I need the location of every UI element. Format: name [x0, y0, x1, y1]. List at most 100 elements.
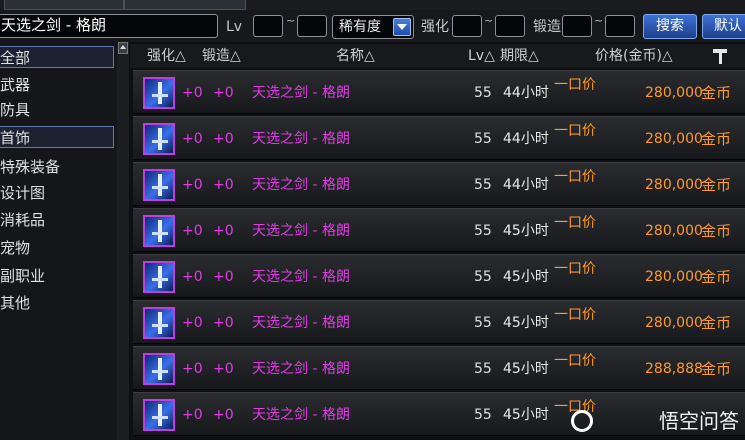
row-forge: +0	[213, 85, 234, 101]
row-enhance: +0	[182, 361, 203, 377]
row-enhance: +0	[182, 315, 203, 331]
enhance-label: 强化	[421, 19, 449, 35]
row-currency: 金币	[701, 130, 732, 148]
item-name-value: 天选之剑 - 格朗	[1, 16, 106, 34]
row-name: 天选之剑 - 格朗	[252, 407, 350, 423]
row-enhance: +0	[182, 131, 203, 147]
row-period: 45小时	[503, 269, 549, 285]
row-forge: +0	[213, 177, 234, 193]
table-row[interactable]: +0 +0 天选之剑 - 格朗 55 44小时 一口价 280,000 金币	[133, 70, 745, 114]
sword-icon[interactable]	[143, 215, 175, 247]
row-price: 280,000	[645, 269, 703, 285]
row-period: 44小时	[503, 85, 549, 101]
row-currency: 金币	[701, 176, 732, 194]
header-period[interactable]: 期限△	[500, 46, 539, 66]
sword-icon[interactable]	[143, 261, 175, 293]
row-name: 天选之剑 - 格朗	[252, 361, 350, 377]
row-name: 天选之剑 - 格朗	[252, 177, 350, 193]
table-header: 强化△ 锻造△ 名称△ Lv△ 期限△ 价格(金币)△	[130, 44, 745, 68]
sidebar-item-sub-job[interactable]: 副职业	[0, 265, 114, 287]
row-lv: 55	[474, 315, 492, 331]
lv-min-input[interactable]	[253, 15, 283, 37]
row-name: 天选之剑 - 格朗	[252, 131, 350, 147]
row-period: 44小时	[503, 177, 549, 193]
row-lv: 55	[474, 269, 492, 285]
sword-icon[interactable]	[143, 169, 175, 201]
row-price: 280,000	[645, 85, 703, 101]
table-row[interactable]: +0 +0 天选之剑 - 格朗 55 45小时 一口价	[133, 392, 745, 436]
row-enhance: +0	[182, 407, 203, 423]
forge-min-input[interactable]	[562, 15, 592, 37]
sidebar-item-label: 武器	[0, 76, 31, 94]
sidebar-item-weapon[interactable]: 武器	[0, 74, 114, 96]
scroll-up-icon[interactable]	[118, 42, 128, 54]
sidebar-item-label: 防具	[0, 101, 31, 119]
sidebar-item-other[interactable]: 其他	[0, 292, 114, 314]
list-scrollbar[interactable]	[117, 42, 129, 440]
enhance-tilde: ~	[484, 14, 494, 27]
row-name: 天选之剑 - 格朗	[252, 269, 350, 285]
tab-right[interactable]	[124, 0, 246, 10]
row-enhance: +0	[182, 223, 203, 239]
row-forge: +0	[213, 131, 234, 147]
table-row[interactable]: +0 +0 天选之剑 - 格朗 55 45小时 一口价 280,000 金币	[133, 254, 745, 298]
row-currency: 金币	[701, 268, 732, 286]
sidebar-item-blueprint[interactable]: 设计图	[0, 182, 114, 204]
sidebar-item-label: 消耗品	[0, 211, 46, 229]
tab-left[interactable]	[4, 0, 124, 10]
sidebar-item-consumable[interactable]: 消耗品	[0, 209, 114, 231]
forge-max-input[interactable]	[605, 15, 635, 37]
sword-icon[interactable]	[143, 399, 175, 431]
header-forge[interactable]: 锻造△	[202, 46, 241, 66]
default-button[interactable]: 默认	[702, 14, 745, 39]
table-row[interactable]: +0 +0 天选之剑 - 格朗 55 45小时 一口价 280,000 金币	[133, 300, 745, 344]
sidebar-item-pet[interactable]: 宠物	[0, 237, 114, 259]
sword-icon[interactable]	[143, 77, 175, 109]
row-lv: 55	[474, 85, 492, 101]
forge-tilde: ~	[594, 14, 604, 27]
row-currency: 金币	[701, 314, 732, 332]
table-row[interactable]: +0 +0 天选之剑 - 格朗 55 45小时 一口价 280,000 金币	[133, 208, 745, 252]
item-name-input[interactable]: 天选之剑 - 格朗	[0, 14, 218, 38]
row-lv: 55	[474, 407, 492, 423]
sword-icon[interactable]	[143, 123, 175, 155]
table-row[interactable]: +0 +0 天选之剑 - 格朗 55 44小时 一口价 280,000 金币	[133, 116, 745, 160]
row-sale-type: 一口价	[554, 307, 596, 323]
sidebar-item-all[interactable]: 全部	[0, 46, 114, 68]
sidebar-item-label: 其他	[0, 294, 31, 312]
watermark-text: 悟空问答	[659, 409, 739, 433]
sidebar-item-label: 副职业	[0, 267, 46, 285]
table-row[interactable]: +0 +0 天选之剑 - 格朗 55 45小时 一口价 288,888 金币	[133, 346, 745, 390]
table-row[interactable]: +0 +0 天选之剑 - 格朗 55 44小时 一口价 280,000 金币	[133, 162, 745, 206]
row-sale-type: 一口价	[554, 123, 596, 139]
chevron-down-icon[interactable]	[393, 18, 411, 36]
enhance-max-input[interactable]	[495, 15, 525, 37]
sword-icon[interactable]	[143, 353, 175, 385]
sidebar-item-label: 特殊装备	[0, 158, 61, 176]
row-sale-type: 一口价	[554, 353, 596, 369]
row-lv: 55	[474, 223, 492, 239]
row-lv: 55	[474, 177, 492, 193]
sidebar-item-special-equipment[interactable]: 特殊装备	[0, 156, 114, 178]
sidebar-item-label: 全部	[0, 49, 31, 67]
search-button[interactable]: 搜索	[643, 14, 697, 39]
row-forge: +0	[213, 407, 234, 423]
row-enhance: +0	[182, 85, 203, 101]
row-name: 天选之剑 - 格朗	[252, 315, 350, 331]
header-lv[interactable]: Lv△	[468, 46, 495, 66]
sidebar-item-label: 首饰	[0, 129, 31, 147]
sidebar-item-accessory[interactable]: 首饰	[0, 126, 114, 148]
header-price[interactable]: 价格(金币)△	[595, 46, 673, 66]
header-enhance[interactable]: 强化△	[147, 46, 186, 66]
sidebar-item-armor[interactable]: 防具	[0, 99, 114, 121]
row-name: 天选之剑 - 格朗	[252, 223, 350, 239]
enhance-min-input[interactable]	[452, 15, 482, 37]
sword-icon[interactable]	[143, 307, 175, 339]
lv-max-input[interactable]	[297, 15, 327, 37]
row-sale-type: 一口价	[554, 261, 596, 277]
rarity-dropdown[interactable]: 稀有度	[332, 15, 414, 39]
header-name[interactable]: 名称△	[336, 46, 375, 66]
row-forge: +0	[213, 269, 234, 285]
sidebar-item-label: 宠物	[0, 239, 31, 257]
row-currency: 金币	[701, 222, 732, 240]
